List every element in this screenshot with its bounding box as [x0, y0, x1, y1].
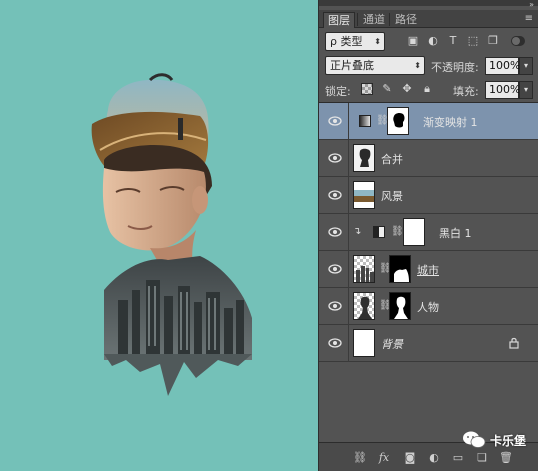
new-layer-icon[interactable]: ❏ — [475, 451, 489, 465]
tab-channels[interactable]: 通道 — [359, 12, 389, 28]
filter-toggle-knob — [512, 37, 520, 45]
opacity-input[interactable]: 100% — [485, 57, 520, 75]
layer-mask-thumbnail[interactable] — [389, 292, 411, 320]
layer-divider — [348, 177, 349, 214]
new-group-icon[interactable]: ▭ — [451, 451, 465, 465]
clipping-arrow-icon: ↴ — [353, 226, 362, 237]
layer-thumbnail[interactable] — [353, 144, 375, 172]
layer-thumbnail[interactable] — [353, 329, 375, 357]
layer-name[interactable]: 合并 — [381, 151, 403, 167]
layer-divider — [348, 288, 349, 325]
fill-input[interactable]: 100% — [485, 81, 520, 99]
lock-pixels-icon[interactable]: ✎ — [381, 83, 393, 95]
fill-label: 填充: — [453, 85, 479, 98]
tab-separator — [357, 13, 358, 26]
add-layer-style-icon[interactable]: fx — [377, 451, 391, 465]
filter-kind-label: ρ 类型 — [330, 35, 363, 48]
visibility-eye-icon[interactable] — [328, 115, 342, 127]
layer-name[interactable]: 城市 — [417, 262, 439, 278]
layer-divider — [348, 214, 349, 251]
watermark-text: 卡乐堡 — [490, 433, 527, 448]
layer-row-landscape[interactable]: 风景 — [319, 177, 538, 214]
layer-row-person[interactable]: ⛓ 人物 — [319, 288, 538, 325]
add-mask-icon[interactable]: ◙ — [403, 451, 417, 465]
layer-row-background[interactable]: 背景 — [319, 325, 538, 362]
chevron-down-icon: ⬍ — [374, 37, 381, 46]
visibility-eye-icon[interactable] — [328, 263, 342, 275]
visibility-eye-icon[interactable] — [328, 300, 342, 312]
filter-row: ρ 类型 ⬍ ▣ ◐ T ⬚ ❐ — [319, 31, 538, 53]
filter-kind-dropdown[interactable]: ρ 类型 ⬍ — [325, 32, 385, 51]
filter-shape-icon[interactable]: ⬚ — [467, 35, 479, 47]
layer-mask-thumbnail[interactable] — [403, 218, 425, 246]
collapse-icon[interactable]: » — [529, 0, 534, 9]
delete-layer-icon[interactable]: 🗑︎ — [499, 451, 513, 465]
link-chain-icon[interactable]: ⛓ — [379, 300, 392, 313]
opacity-label: 不透明度: — [431, 61, 479, 74]
layer-row-city[interactable]: ⛓ 城市 — [319, 251, 538, 288]
panel-menu-icon[interactable]: ≡ — [525, 13, 533, 24]
layer-divider — [348, 325, 349, 362]
layer-thumbnail[interactable] — [353, 292, 375, 320]
layer-divider — [348, 251, 349, 288]
filter-pixel-icon[interactable]: ▣ — [407, 35, 419, 47]
lock-row: 锁定: ✎ ✥ 🔒︎ 填充: 100% ▾ — [319, 79, 538, 101]
lock-label: 锁定: — [325, 85, 351, 98]
blend-mode-dropdown[interactable]: 正片叠底 ⬍ — [325, 56, 425, 75]
fill-slider-button[interactable]: ▾ — [519, 81, 533, 99]
panel-title-strip: » — [319, 0, 538, 9]
visibility-eye-icon[interactable] — [328, 226, 342, 238]
layer-name[interactable]: 风景 — [381, 188, 403, 204]
visibility-eye-icon[interactable] — [328, 189, 342, 201]
link-chain-icon[interactable]: ⛓ — [379, 263, 392, 276]
layers-list: ⛓ 渐变映射 1 合并 风景 ↴ ⛓ 黑白 1 ⛓ 城市 ⛓ 人物 背景 — [319, 102, 538, 440]
link-chain-icon[interactable]: ⛓ — [376, 115, 389, 128]
wechat-logo-icon — [463, 431, 486, 448]
gradient-map-icon — [359, 115, 371, 127]
opacity-slider-button[interactable]: ▾ — [519, 57, 533, 75]
filter-toggle[interactable] — [511, 36, 525, 46]
layers-panel: » 图层 通道 路径 ≡ ρ 类型 ⬍ ▣ ◐ T ⬚ ❐ 正片叠底 ⬍ 不透明… — [318, 0, 538, 471]
lock-all-icon[interactable]: 🔒︎ — [421, 83, 433, 95]
blend-row: 正片叠底 ⬍ 不透明度: 100% ▾ — [319, 55, 538, 77]
lock-position-icon[interactable]: ✥ — [401, 83, 413, 95]
visibility-eye-icon[interactable] — [328, 337, 342, 349]
layer-row-gradient-map[interactable]: ⛓ 渐变映射 1 — [319, 103, 538, 140]
watermark: 卡乐堡 — [462, 428, 526, 452]
tab-separator — [389, 13, 390, 26]
layer-mask-thumbnail[interactable] — [389, 255, 411, 283]
new-adjustment-layer-icon[interactable]: ◐ — [427, 451, 441, 465]
filter-smart-object-icon[interactable]: ❐ — [487, 35, 499, 47]
layer-name[interactable]: 黑白 1 — [439, 225, 472, 241]
double-exposure-artwork — [91, 73, 252, 396]
blend-mode-value: 正片叠底 — [330, 59, 374, 72]
layer-divider — [348, 103, 349, 140]
lock-transparent-icon[interactable] — [361, 83, 373, 95]
layer-name[interactable]: 渐变映射 1 — [423, 114, 478, 130]
tab-paths[interactable]: 路径 — [391, 12, 421, 28]
layer-thumbnail[interactable] — [353, 255, 375, 283]
layer-row-merged[interactable]: 合并 — [319, 140, 538, 177]
document-canvas[interactable] — [0, 0, 318, 471]
panel-tabs: 图层 通道 路径 ≡ — [319, 10, 538, 28]
black-white-adjustment-icon — [373, 226, 385, 238]
layer-thumbnail[interactable] — [353, 181, 375, 209]
layer-row-black-white[interactable]: ↴ ⛓ 黑白 1 — [319, 214, 538, 251]
link-layers-icon[interactable]: ⛓ — [353, 451, 367, 465]
layer-name[interactable]: 人物 — [417, 299, 439, 315]
layer-divider — [348, 140, 349, 177]
layer-name[interactable]: 背景 — [381, 336, 403, 352]
lock-icon — [509, 337, 519, 349]
tab-layers[interactable]: 图层 — [323, 12, 355, 28]
filter-type-icon[interactable]: T — [447, 35, 459, 47]
visibility-eye-icon[interactable] — [328, 152, 342, 164]
link-chain-icon[interactable]: ⛓ — [391, 226, 404, 239]
chevron-down-icon: ⬍ — [414, 61, 421, 70]
layer-mask-thumbnail[interactable] — [387, 107, 409, 135]
filter-adjustment-icon[interactable]: ◐ — [427, 35, 439, 47]
